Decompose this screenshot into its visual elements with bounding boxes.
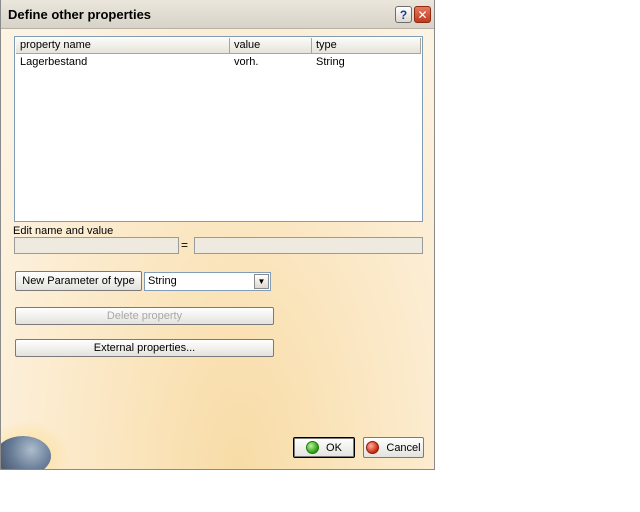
help-button[interactable]: ? — [395, 6, 412, 23]
cancel-button[interactable]: Cancel — [363, 437, 424, 458]
cell-type: String — [316, 56, 345, 68]
external-properties-button[interactable]: External properties... — [15, 339, 274, 357]
table-row[interactable]: Lagerbestand vorh. String — [16, 55, 421, 70]
parameter-type-select[interactable]: String ▼ — [144, 272, 271, 291]
ok-button[interactable]: OK — [293, 437, 355, 458]
delete-property-button[interactable]: Delete property — [15, 307, 274, 325]
ok-icon — [306, 441, 320, 454]
delete-property-label: Delete property — [106, 310, 183, 322]
title-bar[interactable]: Define other properties ? ✕ — [1, 0, 434, 29]
window-title: Define other properties — [8, 7, 152, 22]
close-button[interactable]: ✕ — [414, 6, 431, 23]
property-value-field[interactable] — [194, 237, 423, 254]
new-parameter-button[interactable]: New Parameter of type — [15, 271, 142, 291]
column-header-value[interactable]: value — [230, 38, 312, 54]
cancel-icon — [366, 441, 380, 454]
chevron-down-icon[interactable]: ▼ — [254, 274, 269, 289]
close-icon: ✕ — [417, 7, 428, 22]
new-parameter-label: New Parameter of type — [22, 275, 135, 287]
cell-value: vorh. — [234, 56, 259, 68]
column-header-type[interactable]: type — [312, 38, 421, 54]
equals-sign: = — [181, 238, 189, 252]
cell-property-name: Lagerbestand — [20, 56, 88, 68]
table-header: property name value type — [16, 38, 421, 54]
edit-name-value-label: Edit name and value — [13, 225, 114, 237]
properties-table[interactable]: property name value type Lagerbestand vo… — [14, 36, 423, 222]
external-properties-label: External properties... — [93, 342, 196, 354]
define-other-properties-dialog: Define other properties ? ✕ property nam… — [0, 0, 435, 470]
question-mark-icon: ? — [399, 7, 408, 22]
property-name-field[interactable] — [14, 237, 179, 254]
ok-label: OK — [326, 441, 342, 454]
parameter-type-value: String — [148, 275, 177, 287]
cancel-label: Cancel — [386, 441, 421, 454]
column-header-property-name[interactable]: property name — [16, 38, 230, 54]
